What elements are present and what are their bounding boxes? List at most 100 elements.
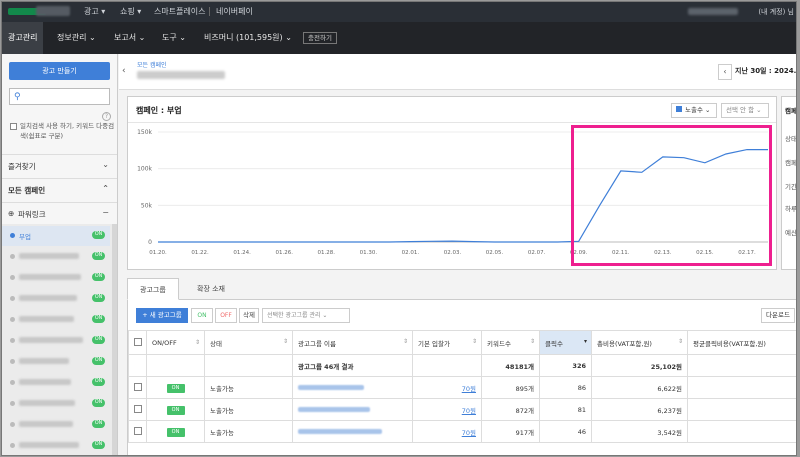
col-bid[interactable]: 기본 입찰가 ⇕ bbox=[412, 330, 482, 355]
nav-reports[interactable]: 보고서 ⌄ bbox=[114, 22, 145, 54]
list-item[interactable]: ON bbox=[2, 415, 110, 435]
download-button[interactable]: 다운로드 bbox=[761, 308, 795, 323]
status-dot-icon bbox=[10, 380, 15, 385]
compare-select[interactable]: 선택 안 함 ⌄ bbox=[721, 103, 769, 118]
user-info[interactable]: (내 계정) 님 bbox=[758, 7, 794, 17]
new-adgroup-button[interactable]: + 새 광고그룹 bbox=[136, 308, 188, 323]
charge-button[interactable]: 충전하기 bbox=[303, 32, 337, 44]
list-item[interactable]: ON bbox=[2, 247, 110, 267]
favorites-row[interactable]: 즐겨찾기 ⌄ bbox=[2, 154, 117, 176]
sort-icon[interactable]: ⇕ bbox=[403, 338, 408, 345]
breadcrumb[interactable]: 모든 캠페인 bbox=[137, 60, 167, 69]
col-name[interactable]: 광고그룹 이름 ⇕ bbox=[292, 330, 413, 355]
on-badge[interactable]: ON bbox=[92, 273, 105, 281]
adgroup-name-link[interactable] bbox=[292, 376, 413, 399]
col-keywords[interactable]: 키워드수 ⇕ bbox=[481, 330, 540, 355]
topnav-smartplace[interactable]: 스마트플레이스 bbox=[154, 6, 206, 17]
list-item[interactable]: ON bbox=[2, 289, 110, 309]
sort-icon[interactable]: ⇕ bbox=[472, 338, 477, 345]
row-checkbox[interactable] bbox=[128, 376, 147, 399]
list-item[interactable]: 부업 ON bbox=[2, 226, 110, 246]
toggle[interactable]: ON bbox=[146, 376, 205, 399]
on-badge[interactable]: ON bbox=[92, 399, 105, 407]
metric-select[interactable]: 노출수 ⌄ bbox=[671, 103, 717, 118]
col-clicks[interactable]: 클릭수 ▾ bbox=[539, 330, 592, 355]
on-badge[interactable]: ON bbox=[92, 231, 105, 239]
adgroup-name-link[interactable] bbox=[292, 420, 413, 443]
list-item[interactable]: ON bbox=[2, 394, 110, 414]
blurred-name bbox=[19, 295, 77, 301]
adgroup-table: ON/OFF ⇕ 상태 ⇕ 광고그룹 이름 ⇕ 기본 입찰가 ⇕ 키워드수 ⇕ 클릭수 ▾ … bbox=[128, 330, 796, 443]
bid-link[interactable]: 70원 bbox=[412, 398, 482, 421]
y-tick-label: 50k bbox=[141, 202, 153, 209]
topnav-naverpay[interactable]: 네이버페이 bbox=[216, 6, 253, 17]
on-badge[interactable]: ON bbox=[92, 336, 105, 344]
on-button[interactable]: ON bbox=[191, 308, 213, 323]
bid-link[interactable]: 70원 bbox=[412, 376, 482, 399]
powerlink-row[interactable]: ⊕ 파워링크 − bbox=[2, 202, 117, 224]
create-ad-button[interactable]: 광고 만들기 bbox=[9, 62, 110, 80]
sort-icon[interactable]: ⇕ bbox=[283, 338, 288, 345]
list-item[interactable]: ON bbox=[2, 310, 110, 330]
list-item[interactable]: ON bbox=[2, 268, 110, 288]
list-item[interactable]: ON bbox=[2, 436, 110, 455]
nav-bizmoney[interactable]: 비즈머니 (101,595원) ⌄ bbox=[204, 22, 292, 54]
nav-info-manage[interactable]: 정보관리 ⌄ bbox=[57, 22, 96, 54]
nav-tools[interactable]: 도구 ⌄ bbox=[162, 22, 186, 54]
collapse-icon: − bbox=[102, 208, 109, 217]
sort-desc-icon[interactable]: ▾ bbox=[584, 338, 587, 345]
tab-adgroups[interactable]: 광고그룹 bbox=[127, 278, 179, 300]
manage-select[interactable]: 선택한 광고그룹 관리 ⌄ bbox=[262, 308, 350, 323]
toggle[interactable]: ON bbox=[146, 398, 205, 421]
chevron-down-icon: ⌄ bbox=[285, 33, 292, 42]
on-badge[interactable]: ON bbox=[92, 315, 105, 323]
bid-link[interactable]: 70원 bbox=[412, 420, 482, 443]
nav-ad-manage[interactable]: 광고관리 bbox=[2, 22, 44, 54]
sort-icon[interactable]: ⇕ bbox=[530, 338, 535, 345]
row-checkbox[interactable] bbox=[128, 398, 147, 421]
col-status[interactable]: 상태 ⇕ bbox=[204, 330, 293, 355]
exact-search-checkbox[interactable] bbox=[10, 123, 17, 130]
adgroup-name-link[interactable] bbox=[292, 398, 413, 421]
sidebar-scrollbar[interactable] bbox=[112, 224, 117, 455]
sort-icon[interactable]: ⇕ bbox=[678, 338, 683, 345]
on-badge[interactable]: ON bbox=[92, 252, 105, 260]
cost-value: 6,237원 bbox=[591, 398, 688, 421]
off-button[interactable]: OFF bbox=[215, 308, 237, 323]
list-item[interactable]: ON bbox=[2, 331, 110, 351]
status-dot-icon bbox=[10, 275, 15, 280]
table-row[interactable]: ON 노출가능 70원 917개 46 3,542원 bbox=[128, 420, 796, 443]
list-item[interactable]: ON bbox=[2, 352, 110, 372]
summary-clicks: 326 bbox=[539, 354, 592, 377]
delete-button[interactable]: 삭제 bbox=[239, 308, 259, 323]
on-badge[interactable]: ON bbox=[92, 441, 105, 449]
all-campaigns-row[interactable]: 모든 캠페인 ⌃ bbox=[2, 178, 117, 200]
date-range[interactable]: 지난 30일 : 2024.0 bbox=[735, 66, 796, 76]
col-cost[interactable]: 총비용(VAT포함,원) ⇕ bbox=[591, 330, 688, 355]
col-avg-cpc[interactable]: 평균클릭비용(VAT포함,원)⇕ bbox=[687, 330, 796, 355]
campaign-search-input[interactable]: ⚲ bbox=[9, 88, 110, 105]
panel-row: 예산 bbox=[785, 229, 797, 237]
list-item[interactable]: ON bbox=[2, 373, 110, 393]
on-badge[interactable]: ON bbox=[92, 294, 105, 302]
on-badge[interactable]: ON bbox=[92, 420, 105, 428]
row-checkbox[interactable] bbox=[128, 420, 147, 443]
select-all-checkbox[interactable] bbox=[128, 330, 147, 355]
help-icon[interactable]: ? bbox=[102, 112, 111, 121]
status-text: 노출가능 bbox=[204, 398, 293, 421]
campaign-info-panel: 캠페 상태 캠페 기간 하루 예산 bbox=[781, 96, 797, 270]
collapse-sidebar-icon[interactable]: ‹ bbox=[122, 66, 126, 76]
on-badge[interactable]: ON bbox=[92, 357, 105, 365]
on-badge[interactable]: ON bbox=[92, 378, 105, 386]
table-row[interactable]: ON 노출가능 70원 872개 81 6,237원 bbox=[128, 398, 796, 421]
sort-icon[interactable]: ⇕ bbox=[195, 339, 200, 346]
topnav-ad[interactable]: 광고 ▾ bbox=[84, 6, 105, 17]
table-row[interactable]: ON 노출가능 70원 895개 86 6,622원 bbox=[128, 376, 796, 399]
topnav-shopping[interactable]: 쇼핑 ▾ bbox=[120, 6, 141, 17]
date-prev-button[interactable]: ‹ bbox=[718, 64, 732, 80]
tab-extensions[interactable]: 확장 소재 bbox=[185, 278, 237, 300]
chevron-down-icon: ⌄ bbox=[102, 160, 109, 169]
status-dot-icon bbox=[10, 443, 15, 448]
toggle[interactable]: ON bbox=[146, 420, 205, 443]
col-onoff[interactable]: ON/OFF ⇕ bbox=[146, 330, 205, 355]
